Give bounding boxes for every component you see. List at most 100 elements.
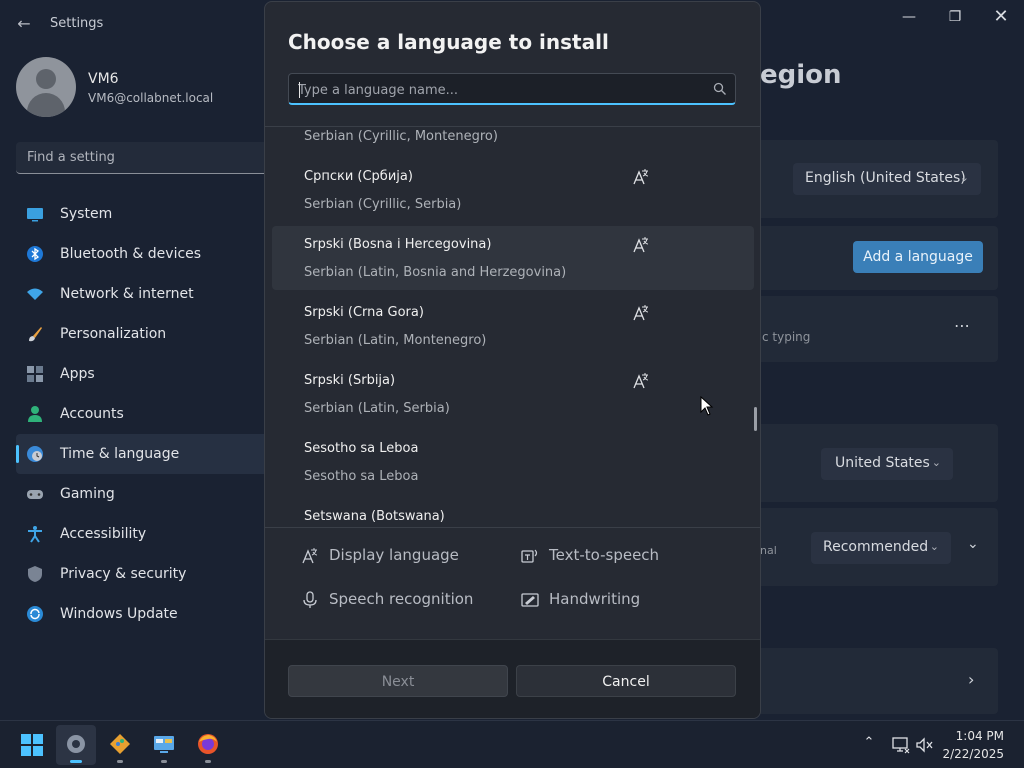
language-list: Serbian (Cyrillic, Montenegro) Српски (С…: [265, 127, 760, 527]
accessibility-icon: [28, 526, 42, 543]
firefox-icon: [198, 734, 218, 754]
sidebar-item-label: Privacy & security: [60, 566, 187, 582]
avatar: [16, 57, 76, 117]
legend-label: Display language: [329, 546, 459, 564]
sidebar-item-accessibility[interactable]: Accessibility: [16, 514, 276, 554]
control-panel-icon: [154, 736, 174, 753]
sidebar-item-time-language[interactable]: Time & language: [16, 434, 276, 474]
wifi-icon: [27, 288, 43, 300]
running-indicator: [205, 760, 211, 763]
user-email: VM6@collabnet.local: [88, 91, 214, 105]
settings-icon: [67, 735, 85, 753]
add-language-button[interactable]: Add a language: [853, 241, 983, 273]
update-icon: [27, 606, 43, 622]
sidebar-item-network[interactable]: Network & internet: [16, 274, 276, 314]
format-fragment: nal: [760, 544, 777, 557]
taskbar-git-app[interactable]: [100, 725, 140, 765]
handwriting-icon: [521, 593, 539, 607]
taskbar-settings-app[interactable]: [56, 725, 96, 765]
taskbar-firefox-app[interactable]: [188, 725, 228, 765]
running-indicator: [117, 760, 123, 763]
find-setting-placeholder: Find a setting: [27, 150, 115, 165]
sidebar-item-label: Bluetooth & devices: [60, 246, 202, 262]
list-item[interactable]: Sesotho sa Leboa Sesotho sa Leboa: [272, 430, 754, 494]
find-setting-input[interactable]: Find a setting: [16, 142, 276, 174]
sidebar-item-gaming[interactable]: Gaming: [16, 474, 276, 514]
cancel-button[interactable]: Cancel: [516, 665, 736, 697]
taskbar: ⌃ 1:04 PM 2/22/2025: [0, 720, 1024, 768]
language-search-box[interactable]: [288, 73, 736, 105]
list-item[interactable]: Srpski (Crna Gora) Serbian (Latin, Monte…: [272, 294, 754, 358]
regional-format-dropdown[interactable]: Recommended ⌄: [811, 532, 951, 564]
display-language-icon: [633, 237, 649, 253]
git-icon: [110, 734, 130, 754]
mouse-pointer-icon: [700, 396, 714, 416]
chevron-up-icon[interactable]: ⌃: [859, 735, 879, 755]
next-button[interactable]: Next: [288, 665, 508, 697]
list-item[interactable]: Serbian (Cyrillic, Montenegro): [272, 127, 754, 154]
language-english-name: Serbian (Latin, Bosnia and Herzegovina): [304, 265, 567, 280]
clock-globe-icon: [27, 446, 43, 462]
brush-icon: [29, 327, 42, 342]
language-search-input[interactable]: [298, 80, 698, 100]
start-button[interactable]: [12, 725, 52, 765]
sidebar-item-label: Apps: [60, 366, 95, 382]
list-item[interactable]: Српски (Србија) Serbian (Cyrillic, Serbi…: [272, 158, 754, 222]
close-icon[interactable]: ✕: [981, 6, 1021, 28]
related-setting-card[interactable]: ›: [740, 648, 998, 714]
display-language-icon: [633, 305, 649, 321]
network-icon[interactable]: [891, 735, 911, 755]
sidebar-item-label: Gaming: [60, 486, 115, 502]
region-value: United States: [835, 455, 930, 471]
language-english-name: Serbian (Cyrillic, Montenegro): [304, 129, 498, 144]
list-item[interactable]: Srpski (Srbija) Serbian (Latin, Serbia): [272, 362, 754, 426]
language-native-name: Српски (Србија): [304, 169, 413, 184]
expand-chevron-icon[interactable]: ⌄: [967, 536, 979, 552]
legend-label: Speech recognition: [329, 590, 474, 608]
sidebar-item-label: Accessibility: [60, 526, 147, 542]
sidebar-item-system[interactable]: System: [16, 194, 276, 234]
sidebar-item-windows-update[interactable]: Windows Update: [16, 594, 276, 634]
restore-icon[interactable]: ❐: [935, 6, 975, 28]
language-entry-card: c typing ⋯: [740, 296, 998, 362]
sidebar-item-privacy[interactable]: Privacy & security: [16, 554, 276, 594]
region-dropdown[interactable]: United States ⌄: [821, 448, 953, 480]
text-to-speech-icon: [521, 549, 538, 563]
language-english-name: Serbian (Cyrillic, Serbia): [304, 197, 462, 212]
dialog-title: Choose a language to install: [288, 30, 609, 54]
language-native-name: Srpski (Crna Gora): [304, 305, 424, 320]
app-title: Settings: [50, 16, 104, 31]
sidebar-item-apps[interactable]: Apps: [16, 354, 276, 394]
clock-date[interactable]: 2/22/2025: [942, 747, 1004, 761]
microphone-icon: [303, 591, 317, 608]
legend-label: Handwriting: [549, 590, 641, 608]
chevron-down-icon: ⌄: [931, 456, 941, 469]
regional-format-card: nal Recommended ⌄ ⌄: [740, 508, 998, 586]
taskbar-control-panel-app[interactable]: [144, 725, 184, 765]
sidebar-item-label: System: [60, 206, 113, 222]
display-language-dropdown[interactable]: English (United States) ⌄: [793, 163, 981, 195]
language-native-name: Srpski (Srbija): [304, 373, 396, 388]
bluetooth-icon: [27, 246, 43, 262]
scrollbar-thumb[interactable]: [754, 407, 757, 431]
display-language-card: English (United States) ⌄: [740, 140, 998, 218]
list-item[interactable]: Setswana (Botswana): [272, 498, 754, 527]
minimize-icon[interactable]: —: [889, 6, 929, 28]
gamepad-icon: [27, 490, 43, 499]
sidebar-item-label: Personalization: [60, 326, 167, 342]
sidebar-item-bluetooth[interactable]: Bluetooth & devices: [16, 234, 276, 274]
sidebar-item-accounts[interactable]: Accounts: [16, 394, 276, 434]
language-english-name: Sesotho sa Leboa: [304, 469, 419, 484]
speaker-muted-icon[interactable]: [915, 735, 935, 755]
sidebar-nav: System Bluetooth & devices Network & int…: [16, 194, 276, 634]
more-options-icon[interactable]: ⋯: [954, 316, 970, 335]
active-indicator: [70, 760, 82, 763]
language-native-name: Sesotho sa Leboa: [304, 441, 419, 456]
list-item[interactable]: Srpski (Bosna i Hercegovina) Serbian (La…: [272, 226, 754, 290]
sidebar-item-personalization[interactable]: Personalization: [16, 314, 276, 354]
display-language-value: English (United States): [805, 170, 966, 186]
region-card: United States ⌄: [740, 424, 998, 502]
language-native-name: Setswana (Botswana): [304, 509, 445, 524]
clock-time[interactable]: 1:04 PM: [956, 729, 1004, 743]
back-arrow-icon[interactable]: ←: [14, 14, 34, 34]
